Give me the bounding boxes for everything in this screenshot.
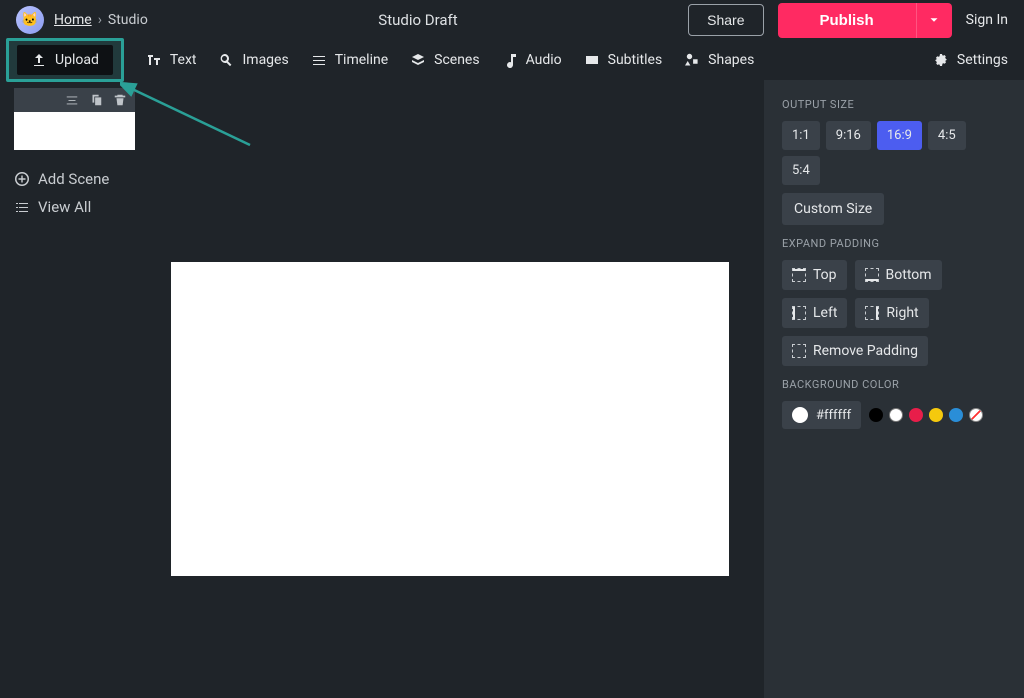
bg-color-value: #ffffff	[816, 408, 851, 423]
swatch-white[interactable]	[889, 408, 903, 422]
scene-panel: Add Scene View All	[0, 80, 135, 698]
settings-label: Settings	[957, 52, 1008, 68]
shapes-label: Shapes	[708, 52, 754, 68]
shapes-button[interactable]: Shapes	[684, 52, 754, 68]
pad-right-button[interactable]: Right	[855, 298, 928, 328]
signin-link[interactable]: Sign In	[966, 12, 1008, 28]
gear-icon	[933, 52, 949, 68]
scenes-label: Scenes	[434, 52, 479, 68]
list-icon	[14, 199, 30, 215]
ratio-4-5[interactable]: 4:5	[928, 121, 966, 150]
remove-padding-label: Remove Padding	[813, 343, 918, 359]
upload-highlight: Upload	[6, 38, 124, 82]
settings-button[interactable]: Settings	[933, 52, 1008, 68]
align-icon[interactable]	[65, 93, 79, 107]
avatar[interactable]: 🐱	[16, 6, 44, 34]
pad-left-icon	[792, 306, 806, 320]
chevron-right-icon: ›	[98, 12, 102, 28]
expand-padding-title: EXPAND PADDING	[782, 237, 1006, 250]
swatch-yellow[interactable]	[929, 408, 943, 422]
pad-right-icon	[865, 306, 879, 320]
pad-top-button[interactable]: Top	[782, 260, 847, 290]
text-button[interactable]: Text	[146, 52, 197, 68]
swatch-black[interactable]	[869, 408, 883, 422]
subtitles-button[interactable]: Subtitles	[584, 52, 663, 68]
view-all-button[interactable]: View All	[14, 198, 135, 216]
timeline-icon	[311, 52, 327, 68]
canvas[interactable]	[171, 262, 729, 576]
upload-label: Upload	[55, 52, 99, 68]
publish-button[interactable]: Publish	[778, 3, 916, 38]
copy-icon[interactable]	[89, 93, 103, 107]
custom-size-button[interactable]: Custom Size	[782, 193, 884, 225]
bg-swatch-list	[869, 408, 983, 422]
add-scene-label: Add Scene	[38, 170, 109, 188]
text-icon	[146, 52, 162, 68]
pad-remove-icon	[792, 344, 806, 358]
bg-row: #ffffff	[782, 401, 1006, 429]
layers-icon	[410, 52, 426, 68]
share-button[interactable]: Share	[688, 4, 763, 36]
pad-left-label: Left	[813, 305, 837, 321]
bg-color-title: BACKGROUND COLOR	[782, 378, 1006, 391]
music-icon	[502, 52, 518, 68]
text-label: Text	[170, 52, 197, 68]
publish-dropdown[interactable]	[916, 3, 952, 38]
header-actions: Share Publish Sign In	[688, 3, 1008, 38]
ratio-row: 1:1 9:16 16:9 4:5 5:4	[782, 121, 1006, 185]
pad-bottom-button[interactable]: Bottom	[855, 260, 942, 290]
audio-label: Audio	[526, 52, 562, 68]
images-label: Images	[242, 52, 288, 68]
add-scene-button[interactable]: Add Scene	[14, 170, 135, 188]
pad-row-2: Left Right	[782, 298, 1006, 328]
breadcrumb: Home › Studio	[54, 12, 148, 28]
scene-thumbnail[interactable]	[14, 112, 135, 150]
swatch-red[interactable]	[909, 408, 923, 422]
ratio-16-9[interactable]: 16:9	[877, 121, 922, 150]
search-icon	[218, 52, 234, 68]
plus-circle-icon	[14, 171, 30, 187]
scene-toolbar	[14, 88, 135, 112]
ratio-1-1[interactable]: 1:1	[782, 121, 820, 150]
pad-bottom-label: Bottom	[886, 267, 932, 283]
timeline-label: Timeline	[335, 52, 388, 68]
breadcrumb-current: Studio	[108, 12, 148, 28]
pad-row-3: Remove Padding	[782, 336, 1006, 366]
toolbar: Upload Text Images Timeline Scenes Audio…	[0, 40, 1024, 80]
chevron-down-icon	[927, 13, 941, 27]
swatch-blue[interactable]	[949, 408, 963, 422]
main: Add Scene View All OUTPUT SIZE 1:1 9:16 …	[0, 80, 1024, 698]
publish-group: Publish	[778, 3, 952, 38]
breadcrumb-home[interactable]: Home	[54, 12, 92, 28]
scene-actions: Add Scene View All	[14, 170, 135, 216]
pad-top-label: Top	[813, 267, 837, 283]
subtitles-icon	[584, 52, 600, 68]
pad-left-button[interactable]: Left	[782, 298, 847, 328]
upload-icon	[31, 52, 47, 68]
audio-button[interactable]: Audio	[502, 52, 562, 68]
images-button[interactable]: Images	[218, 52, 288, 68]
header: 🐱 Home › Studio Studio Draft Share Publi…	[0, 0, 1024, 40]
ratio-9-16[interactable]: 9:16	[826, 121, 871, 150]
pad-top-icon	[792, 268, 806, 282]
timeline-button[interactable]: Timeline	[311, 52, 388, 68]
canvas-area	[135, 80, 764, 698]
subtitles-label: Subtitles	[608, 52, 663, 68]
bg-color-input[interactable]: #ffffff	[782, 401, 861, 429]
remove-padding-button[interactable]: Remove Padding	[782, 336, 928, 366]
pad-row-1: Top Bottom	[782, 260, 1006, 290]
pad-right-label: Right	[886, 305, 918, 321]
scenes-button[interactable]: Scenes	[410, 52, 479, 68]
pad-bottom-icon	[865, 268, 879, 282]
output-size-title: OUTPUT SIZE	[782, 98, 1006, 111]
page-title[interactable]: Studio Draft	[148, 11, 688, 29]
upload-button[interactable]: Upload	[17, 45, 113, 75]
trash-icon[interactable]	[113, 93, 127, 107]
ratio-5-4[interactable]: 5:4	[782, 156, 820, 185]
view-all-label: View All	[38, 198, 91, 216]
shapes-icon	[684, 52, 700, 68]
bg-current-swatch	[792, 407, 808, 423]
swatch-none[interactable]	[969, 408, 983, 422]
properties-panel: OUTPUT SIZE 1:1 9:16 16:9 4:5 5:4 Custom…	[764, 80, 1024, 698]
